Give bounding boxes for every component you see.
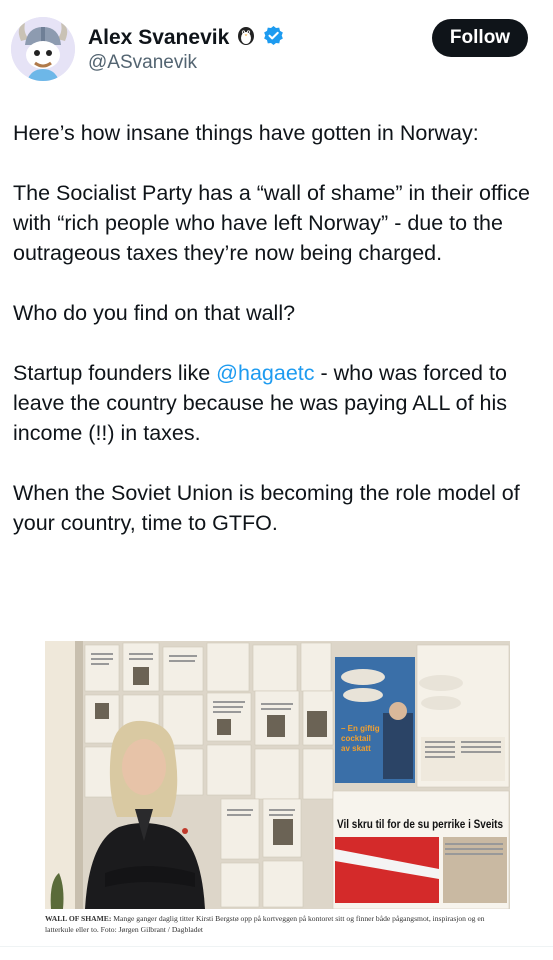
tweet-paragraph: Here’s how insane things have gotten in … [13, 121, 479, 145]
caption-text: Mange ganger daglig titter Kirsti Bergst… [45, 914, 485, 934]
paragraph-text: Startup founders like [13, 361, 217, 385]
author-handle[interactable]: @ASvanevik [88, 52, 197, 74]
headline-2-line2: cocktail [341, 734, 371, 743]
mention-link[interactable]: @hagaetc [216, 361, 314, 385]
headline-2-line1: – En giftig [341, 724, 380, 733]
headline-2-line3: av skatt [341, 744, 371, 753]
name-row: Alex Svanevik [88, 24, 284, 51]
tweet-paragraph: Who do you find on that wall? [13, 301, 296, 325]
avatar[interactable] [11, 17, 75, 81]
penguin-icon [235, 24, 257, 51]
headline-1: Vil skru til for de su perrike i Sveits [337, 817, 503, 831]
caption-bold: WALL OF SHAME: [45, 914, 112, 923]
tweet-paragraph: When the Soviet Union is becoming the ro… [13, 481, 520, 535]
tweet-header: Alex Svanevik @ASvanevik Follow [0, 0, 553, 90]
author-name[interactable]: Alex Svanevik [88, 26, 229, 50]
tweet-paragraph: Startup founders like @hagaetc - who was… [13, 358, 543, 448]
follow-button[interactable]: Follow [432, 19, 528, 57]
photo-caption: WALL OF SHAME: Mange ganger daglig titte… [45, 913, 515, 935]
attached-photo[interactable]: – En giftig cocktail av skatt Vil skru t… [45, 641, 510, 909]
tweet-text: Here’s how insane things have gotten in … [13, 118, 543, 568]
tweet-paragraph: The Socialist Party has a “wall of shame… [13, 181, 531, 265]
divider [0, 946, 553, 947]
viking-avatar-icon [11, 17, 75, 81]
wall-of-shame-photo: – En giftig cocktail av skatt Vil skru t… [45, 641, 510, 909]
verified-badge-icon [263, 25, 284, 51]
